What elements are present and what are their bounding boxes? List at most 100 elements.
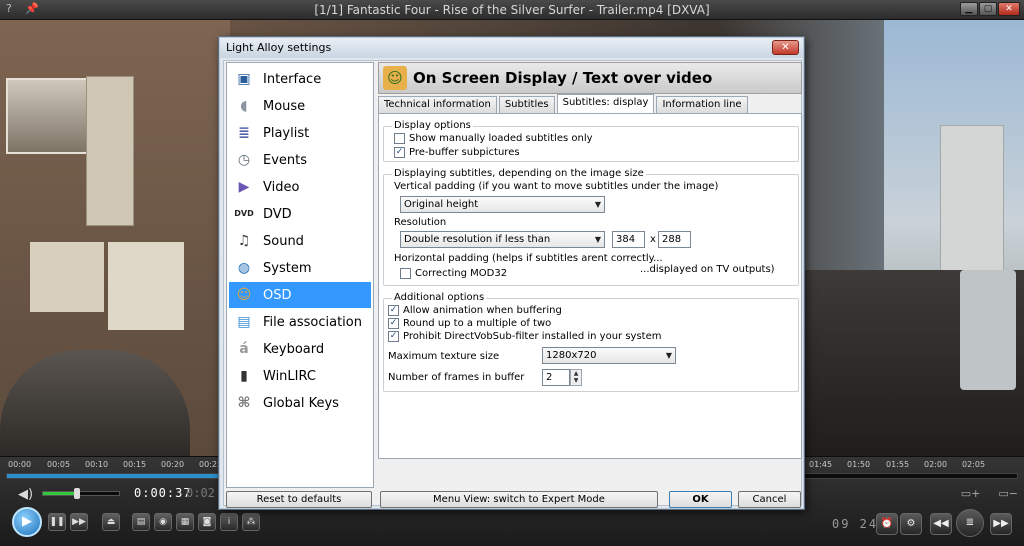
minimize-button[interactable]: ▁ <box>960 2 978 16</box>
timeline-tick: 00:10 <box>85 460 109 469</box>
player-title-bar: ? 📌 [1/1] Fantastic Four - Rise of the S… <box>0 0 1024 20</box>
cancel-button[interactable]: Cancel <box>738 491 801 508</box>
frames-in-buffer-label: Number of frames in buffer <box>388 372 525 383</box>
sidebar-item-keyboard[interactable]: á Keyboard <box>229 336 371 362</box>
aspect-minus-icon[interactable]: ▭− <box>998 487 1018 500</box>
volume-knob[interactable] <box>74 488 81 499</box>
prohibit-directvobsub-option[interactable]: ✓ Prohibit DirectVobSub-filter installed… <box>388 331 661 342</box>
show-manual-subtitles-option[interactable]: Show manually loaded subtitles only <box>394 133 593 144</box>
max-texture-select[interactable]: 1280x720 ▼ <box>542 347 676 364</box>
sidebar-item-osd[interactable]: ☺ OSD <box>229 282 371 308</box>
close-button[interactable]: ✕ <box>998 2 1020 16</box>
tab-subtitles[interactable]: Subtitles <box>498 96 555 113</box>
frames-in-buffer-input[interactable]: 2 <box>542 369 570 386</box>
film-icon[interactable]: ▤ <box>132 513 150 531</box>
reset-to-defaults-button[interactable]: Reset to defaults <box>226 491 372 508</box>
tab-strip: Technical information Subtitles Subtitle… <box>378 94 750 114</box>
info-icon[interactable]: i <box>220 513 238 531</box>
eject-icon[interactable]: ⏏ <box>102 513 120 531</box>
sidebar-item-sound[interactable]: ♫ Sound <box>229 228 371 254</box>
tab-page-subtitles-display: Display options Show manually loaded sub… <box>378 113 802 459</box>
allow-animation-option[interactable]: ✓ Allow animation when buffering <box>388 305 562 316</box>
checkbox-label: Correcting MOD32 <box>415 268 508 279</box>
volume-icon[interactable]: ◀) <box>18 487 33 502</box>
camera-icon[interactable]: ◙ <box>198 513 216 531</box>
prebuffer-option[interactable]: ✓ Pre-buffer subpictures <box>394 147 520 158</box>
network-icon[interactable]: ⁂ <box>242 513 260 531</box>
previous-icon[interactable]: ◀◀ <box>930 513 952 535</box>
headphones-icon: ♫ <box>237 233 251 249</box>
play-button[interactable]: ▶ <box>12 507 42 537</box>
sidebar-item-global-keys[interactable]: ⌘ Global Keys <box>229 390 371 416</box>
aspect-plus-icon[interactable]: ▭+ <box>961 487 981 500</box>
timeline-tick: 01:45 <box>809 460 833 469</box>
sidebar-item-label: System <box>263 260 312 276</box>
globe-icon: ◍ <box>237 260 251 276</box>
volume-slider[interactable] <box>42 488 120 499</box>
select-value: Original height <box>404 199 479 210</box>
checkbox-label: Show manually loaded subtitles only <box>409 133 593 144</box>
video-scene-note <box>108 242 184 330</box>
image-icon[interactable]: ▦ <box>176 513 194 531</box>
sidebar-item-label: File association <box>263 314 362 330</box>
show-manual-subtitles-checkbox[interactable] <box>394 133 405 144</box>
sidebar-item-video[interactable]: ▶ Video <box>229 174 371 200</box>
tab-technical-information[interactable]: Technical information <box>378 96 497 113</box>
monitor-icon: ▣ <box>237 71 251 87</box>
sidebar-item-interface[interactable]: ▣ Interface <box>229 66 371 92</box>
sidebar-item-file-association[interactable]: ▤ File association <box>229 309 371 335</box>
next-icon[interactable]: ▶▶ <box>990 513 1012 535</box>
sidebar-item-dvd[interactable]: DVD DVD <box>229 201 371 227</box>
global-keys-icon: ⌘ <box>237 395 251 411</box>
maximize-button[interactable]: ▢ <box>979 2 997 16</box>
sidebar-item-mouse[interactable]: ◖ Mouse <box>229 93 371 119</box>
sidebar-item-winlirc[interactable]: ▮ WinLIRC <box>229 363 371 389</box>
dialog-close-button[interactable]: ✕ <box>772 40 799 55</box>
allow-animation-checkbox[interactable]: ✓ <box>388 305 399 316</box>
tab-information-line[interactable]: Information line <box>656 96 748 113</box>
disc-icon[interactable]: ◉ <box>154 513 172 531</box>
correcting-mod32-checkbox[interactable] <box>400 268 411 279</box>
tv-outputs-note: ...displayed on TV outputs) <box>640 264 775 275</box>
system-clock: 09 24 <box>832 517 879 531</box>
resolution-width-input[interactable]: 384 <box>612 231 645 248</box>
horizontal-padding-label: Horizontal padding (helps if subtitles a… <box>394 253 663 264</box>
settings-gear-icon[interactable]: ⚙ <box>900 513 922 535</box>
tab-subtitles-display[interactable]: Subtitles: display <box>556 94 655 113</box>
sidebar-item-label: WinLIRC <box>263 368 316 384</box>
pause-icon[interactable]: ❚❚ <box>48 513 66 531</box>
ok-button[interactable]: OK <box>669 491 732 508</box>
timeline-tick: 01:50 <box>847 460 871 469</box>
image-size-group: Displaying subtitles, depending on the i… <box>383 168 799 286</box>
sidebar-item-label: Mouse <box>263 98 306 114</box>
fast-forward-icon[interactable]: ▶▶ <box>70 513 88 531</box>
resolution-height-input[interactable]: 288 <box>658 231 691 248</box>
sidebar-item-label: OSD <box>263 287 292 303</box>
sidebar-item-system[interactable]: ◍ System <box>229 255 371 281</box>
display-options-group: Display options Show manually loaded sub… <box>383 120 799 162</box>
frames-spinner[interactable]: ▲ ▼ <box>570 369 582 386</box>
prohibit-directvobsub-checkbox[interactable]: ✓ <box>388 331 399 342</box>
alarm-icon[interactable]: ⏰ <box>876 513 898 535</box>
dialog-title: Light Alloy settings <box>226 41 332 54</box>
sidebar-item-label: Playlist <box>263 125 310 141</box>
checkbox-label: Pre-buffer subpictures <box>409 147 520 158</box>
video-icon: ▶ <box>238 179 250 195</box>
correcting-mod32-option[interactable]: Correcting MOD32 <box>400 268 507 279</box>
resolution-select[interactable]: Double resolution if less than ▼ <box>400 231 605 248</box>
menu-view-button[interactable]: Menu View: switch to Expert Mode <box>380 491 658 508</box>
playlist-button[interactable]: ≣ <box>956 509 984 537</box>
round-up-checkbox[interactable]: ✓ <box>388 318 399 329</box>
sidebar-item-playlist[interactable]: ≣ Playlist <box>229 120 371 146</box>
timeline-tick: 02:00 <box>924 460 948 469</box>
sidebar-item-events[interactable]: ◷ Events <box>229 147 371 173</box>
playlist-icon: ≣ <box>238 125 250 141</box>
prebuffer-checkbox[interactable]: ✓ <box>394 147 405 158</box>
round-up-option[interactable]: ✓ Round up to a multiple of two <box>388 318 551 329</box>
right-mini-controls: ▭+ ▭− <box>961 487 1018 500</box>
checkbox-label: Round up to a multiple of two <box>403 318 552 329</box>
sidebar-item-label: Keyboard <box>263 341 325 357</box>
vertical-padding-select[interactable]: Original height ▼ <box>400 196 605 213</box>
mouse-icon: ◖ <box>240 98 248 114</box>
resolution-label: Resolution <box>394 217 447 228</box>
